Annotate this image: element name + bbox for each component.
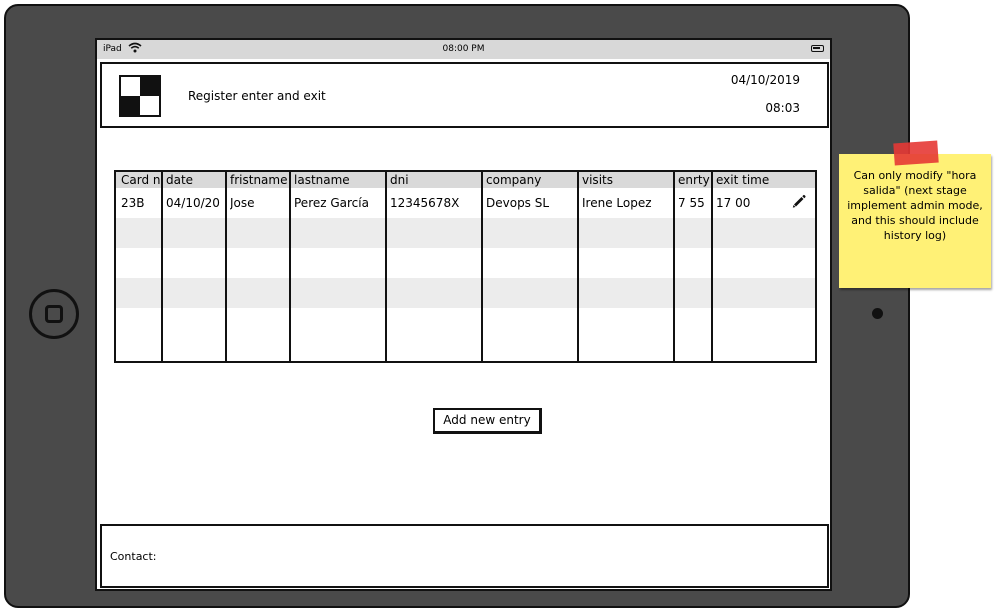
table-cell-exit-time[interactable]: 17 00 (716, 196, 776, 210)
column-header-card[interactable]: Card n (121, 173, 161, 187)
column-header-company[interactable]: company (486, 173, 576, 187)
add-new-entry-button[interactable]: Add new entry (433, 408, 542, 434)
footer: Contact: (100, 524, 829, 588)
contact-label: Contact: (110, 550, 157, 563)
table-cell-card[interactable]: 23B (121, 196, 161, 210)
page-title: Register enter and exit (188, 89, 326, 103)
status-bar: iPad 08:00 PM (97, 40, 830, 59)
home-button-icon (45, 305, 63, 323)
table-cell-entry[interactable]: 7 55 (678, 196, 710, 210)
table-cell-dni[interactable]: 12345678X (390, 196, 480, 210)
device-screen: iPad 08:00 PM Register enter and exit 04… (95, 38, 832, 591)
sticky-note-text: Can only modify "hora salida" (next stag… (847, 169, 983, 242)
status-time: 08:00 PM (442, 44, 485, 54)
table-cell-date[interactable]: 04/10/20 (166, 196, 224, 210)
entries-table: Card n date fristname lastname dni compa… (114, 170, 817, 363)
ipad-frame: iPad 08:00 PM Register enter and exit 04… (4, 4, 910, 608)
battery-icon (811, 45, 824, 52)
camera-dot (872, 308, 883, 319)
table-cell-firstname[interactable]: Jose (230, 196, 288, 210)
app-header: Register enter and exit 04/10/2019 08:03 (100, 62, 829, 128)
home-button[interactable] (29, 289, 79, 339)
app-logo (119, 75, 161, 117)
header-time: 08:03 (765, 101, 800, 115)
column-header-firstname[interactable]: fristname (230, 173, 288, 187)
table-cell-visits[interactable]: Irene Lopez (582, 196, 672, 210)
header-date: 04/10/2019 (730, 73, 800, 87)
table-cell-lastname[interactable]: Perez García (294, 196, 384, 210)
column-header-date[interactable]: date (166, 173, 224, 187)
sticky-note-tape (893, 140, 939, 166)
column-header-visits[interactable]: visits (582, 173, 672, 187)
column-header-lastname[interactable]: lastname (294, 173, 384, 187)
pencil-icon[interactable] (792, 194, 806, 208)
column-header-exit-time[interactable]: exit time (716, 173, 786, 187)
column-header-dni[interactable]: dni (390, 173, 480, 187)
column-header-entry[interactable]: enrty (678, 173, 710, 187)
table-cell-company[interactable]: Devops SL (486, 196, 576, 210)
sticky-note: Can only modify "hora salida" (next stag… (839, 140, 991, 288)
